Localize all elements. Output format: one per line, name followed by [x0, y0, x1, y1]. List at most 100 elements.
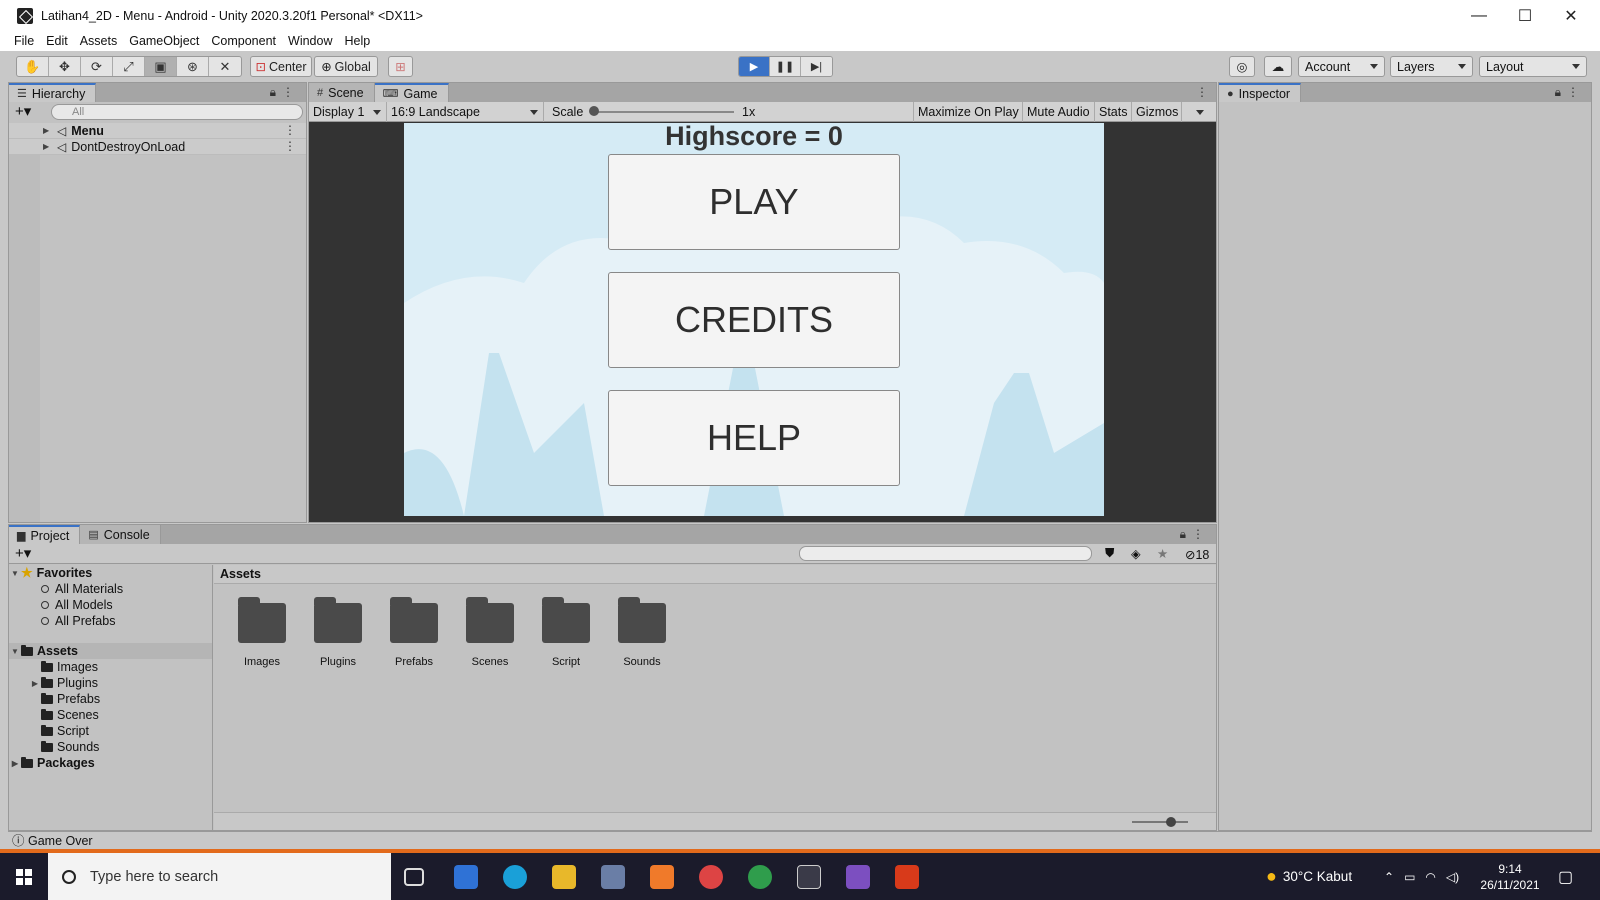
asset-folder-script[interactable]: Script [531, 597, 601, 668]
icon-size-slider-knob[interactable] [1166, 817, 1176, 827]
stats-toggle[interactable]: Stats [1095, 102, 1132, 122]
gizmos-dropdown[interactable] [1182, 102, 1216, 122]
display-dropdown[interactable]: Display 1 [309, 102, 387, 122]
clock[interactable]: 9:14 26/11/2021 [1470, 853, 1550, 900]
layout-dropdown[interactable]: Layout [1479, 56, 1587, 77]
xampp-icon[interactable] [650, 865, 674, 889]
grid-snap-icon[interactable]: ⊞ [388, 56, 413, 77]
pdf-reader-icon[interactable] [895, 865, 919, 889]
camera-icon[interactable] [601, 865, 625, 889]
account-dropdown[interactable]: Account [1298, 56, 1385, 77]
asset-folder-images[interactable]: Images [227, 597, 297, 668]
battery-icon[interactable]: ▭ [1404, 870, 1415, 884]
play-button[interactable]: PLAY [608, 154, 900, 250]
close-button[interactable]: ✕ [1548, 0, 1594, 31]
transform-tool-icon[interactable]: ⊛ [177, 57, 209, 76]
rotate-tool-icon[interactable]: ⟳ [81, 57, 113, 76]
tree-assets[interactable]: ▼ Assets [9, 643, 212, 659]
menu-file[interactable]: File [14, 34, 34, 48]
chevron-up-icon[interactable]: ⌃ [1384, 870, 1394, 884]
asset-folder-plugins[interactable]: Plugins [303, 597, 373, 668]
layers-dropdown[interactable]: Layers [1390, 56, 1473, 77]
lock-icon[interactable]: 🔒︎ [1180, 527, 1186, 542]
task-view-icon[interactable] [404, 868, 424, 886]
cloud-icon[interactable]: ☁ [1264, 56, 1292, 77]
more-options-icon[interactable]: ⋮ [284, 139, 296, 153]
step-icon[interactable]: ▶| [801, 57, 832, 76]
tab-project[interactable]: ▆ Project [9, 525, 81, 544]
scale-slider-knob[interactable] [589, 106, 599, 116]
scale-slider-track[interactable] [592, 111, 734, 113]
lock-icon[interactable]: 🔒︎ [1555, 85, 1561, 100]
play-icon[interactable]: ▶ [739, 57, 770, 76]
tab-hierarchy[interactable]: ☰ Hierarchy [9, 83, 97, 102]
taskbar-search-input[interactable]: Type here to search [48, 853, 391, 900]
tab-console[interactable]: ▤ Console [80, 525, 161, 544]
tree-item-all-materials[interactable]: All Materials [9, 581, 212, 597]
expand-arrow-icon[interactable]: ▶ [9, 759, 21, 768]
wifi-icon[interactable]: ◠ [1425, 870, 1435, 884]
chrome-icon[interactable] [748, 865, 772, 889]
credits-button[interactable]: CREDITS [608, 272, 900, 368]
lock-icon[interactable]: 🔒︎ [270, 85, 276, 100]
unity-taskbar-icon[interactable] [797, 865, 821, 889]
menu-component[interactable]: Component [211, 34, 276, 48]
status-message[interactable]: Game Over [28, 834, 93, 848]
maximize-on-play-toggle[interactable]: Maximize On Play [914, 102, 1023, 122]
tree-item-all-models[interactable]: All Models [9, 597, 212, 613]
panel-menu-icon[interactable]: ⋮ [282, 85, 294, 99]
pivot-center-button[interactable]: ⊡ Center [250, 56, 312, 77]
rect-tool-icon[interactable]: ▣ [145, 57, 177, 76]
menu-window[interactable]: Window [288, 34, 332, 48]
add-icon[interactable]: +▾ [15, 102, 31, 120]
filter-type-icon[interactable]: ⛊ [1105, 546, 1114, 561]
tree-folder-sounds[interactable]: Sounds [9, 739, 212, 755]
tab-game[interactable]: ⌨ Game [374, 83, 449, 102]
favorite-star-icon[interactable]: ★ [1157, 546, 1168, 561]
hidden-packages-toggle[interactable]: ⊘18 [1185, 547, 1209, 562]
file-explorer-icon[interactable] [552, 865, 576, 889]
panel-menu-icon[interactable]: ⋮ [1567, 85, 1579, 99]
menu-assets[interactable]: Assets [80, 34, 118, 48]
volume-icon[interactable]: ◁) [1446, 870, 1459, 884]
pause-icon[interactable]: ❚❚ [770, 57, 801, 76]
tree-packages[interactable]: ▶ Packages [9, 755, 212, 771]
scale-slider[interactable]: Scale 1x [544, 102, 914, 122]
tree-folder-script[interactable]: Script [9, 723, 212, 739]
mute-audio-toggle[interactable]: Mute Audio [1023, 102, 1095, 122]
tree-folder-images[interactable]: Images [9, 659, 212, 675]
hierarchy-item-dontdestroyonload[interactable]: ▶ ◁ DontDestroyOnLoad ⋮ [9, 139, 306, 155]
project-search-input[interactable] [799, 546, 1092, 561]
help-button[interactable]: HELP [608, 390, 900, 486]
chrome-profile-icon[interactable] [699, 865, 723, 889]
add-icon[interactable]: +▾ [15, 544, 31, 562]
more-options-icon[interactable]: ⋮ [284, 123, 296, 137]
move-tool-icon[interactable]: ✥ [49, 57, 81, 76]
maximize-button[interactable]: ☐ [1502, 0, 1548, 31]
menu-help[interactable]: Help [344, 34, 370, 48]
custom-tool-icon[interactable]: ✕ [209, 57, 241, 76]
expand-arrow-icon[interactable]: ▶ [43, 126, 53, 135]
tree-folder-scenes[interactable]: Scenes [9, 707, 212, 723]
store-icon[interactable] [454, 865, 478, 889]
notification-icon[interactable]: ▢ [1558, 853, 1573, 900]
tree-favorites[interactable]: ▼ ★ Favorites [9, 565, 212, 581]
asset-folder-prefabs[interactable]: Prefabs [379, 597, 449, 668]
asset-folder-scenes[interactable]: Scenes [455, 597, 525, 668]
tree-item-all-prefabs[interactable]: All Prefabs [9, 613, 212, 629]
tree-folder-plugins[interactable]: ▶ Plugins [9, 675, 212, 691]
minimize-button[interactable]: — [1456, 0, 1502, 31]
menu-edit[interactable]: Edit [46, 34, 68, 48]
collapse-arrow-icon[interactable]: ▼ [9, 647, 21, 656]
breadcrumb[interactable]: Assets [214, 565, 1216, 584]
hierarchy-search-input[interactable]: All [51, 104, 303, 120]
start-button[interactable] [0, 853, 48, 900]
aspect-dropdown[interactable]: 16:9 Landscape [387, 102, 544, 122]
filter-label-icon[interactable]: ◈ [1131, 546, 1141, 561]
visual-studio-icon[interactable] [846, 865, 870, 889]
weather-widget[interactable]: ● 30°C Kabut [1266, 853, 1352, 900]
tab-inspector[interactable]: ● Inspector [1219, 83, 1302, 102]
scale-tool-icon[interactable]: ⤢ [113, 57, 145, 76]
pivot-global-button[interactable]: ⊕ Global [314, 56, 378, 77]
tab-scene[interactable]: # Scene [309, 83, 375, 102]
